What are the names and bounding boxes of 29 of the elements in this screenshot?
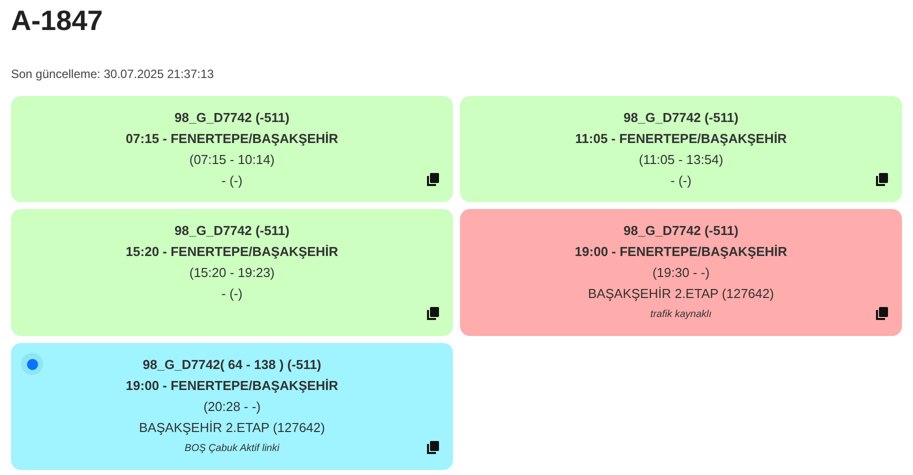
stop-name: BAŞAKŞEHİR 2.ETAP (127642): [588, 285, 774, 303]
stop-name: - (-): [670, 172, 692, 190]
copy-icon[interactable]: [427, 307, 439, 320]
stop-name: BAŞAKŞEHİR 2.ETAP (127642): [139, 419, 325, 437]
line-code: 98_G_D7742 (-511): [624, 109, 738, 127]
trip-times: (07:15 - 10:14): [189, 151, 275, 169]
note-text: BOŞ Çabuk Aktif linki: [184, 442, 280, 456]
line-code: 98_G_D7742 (-511): [174, 109, 290, 127]
copy-icon[interactable]: [427, 441, 439, 454]
trip-times: (11:05 - 13:54): [638, 151, 724, 169]
line-code: 98_G_D7742 (-511): [174, 222, 290, 240]
trip-times: (19:30 - -): [652, 264, 710, 282]
trip-title: 15:20 - FENERTEPE/BAŞAKŞEHİR: [126, 243, 338, 261]
trip-title: 19:00 - FENERTEPE/BAŞAKŞEHİR: [126, 377, 338, 395]
stop-name: - (-): [222, 172, 242, 190]
trip-title: 19:00 - FENERTEPE/BAŞAKŞEHİR: [574, 243, 788, 261]
copy-icon[interactable]: [876, 307, 888, 320]
stop-name: - (-): [222, 285, 242, 303]
trip-title: 07:15 - FENERTEPE/BAŞAKŞEHİR: [126, 130, 338, 148]
last-updated-text: Son güncelleme: 30.07.2025 21:37:13: [11, 66, 214, 82]
trip-times: (20:28 - -): [203, 398, 261, 416]
trip-times: (15:20 - 19:23): [189, 264, 275, 282]
line-code: 98_G_D7742 (-511): [624, 222, 738, 240]
copy-icon[interactable]: [876, 173, 888, 186]
copy-icon[interactable]: [427, 173, 439, 186]
page-title: A-1847: [10, 4, 104, 38]
line-code: 98_G_D7742( 64 - 138 ) (-511): [142, 356, 322, 374]
note-text: trafik kaynaklı: [650, 308, 712, 322]
trip-title: 11:05 - FENERTEPE/BAŞAKŞEHİR: [575, 130, 787, 148]
